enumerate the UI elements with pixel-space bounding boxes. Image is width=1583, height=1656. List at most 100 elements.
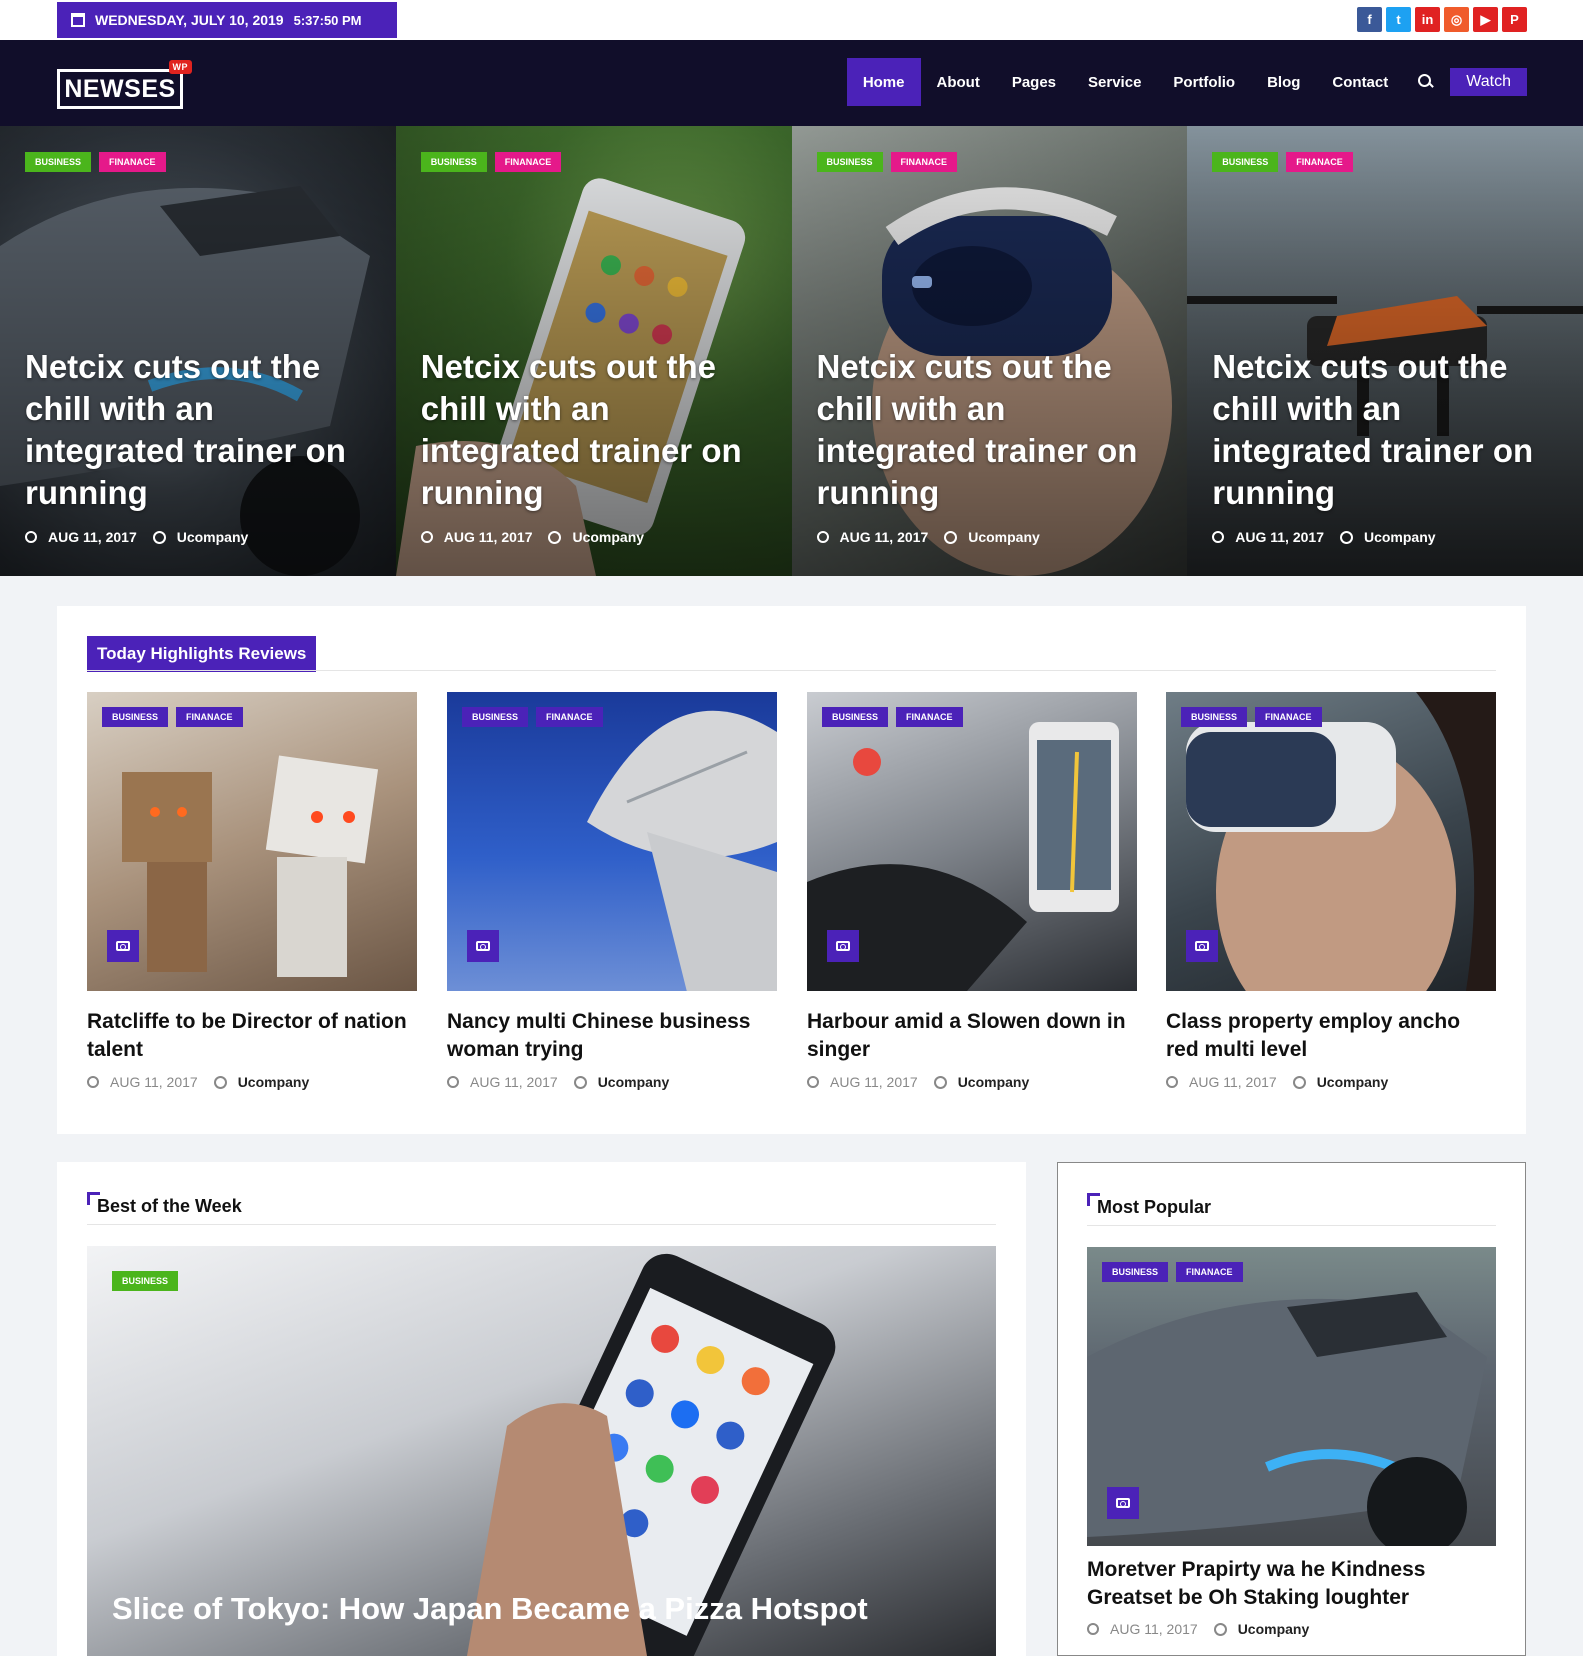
card-title[interactable]: Nancy multi Chinese business woman tryin… (447, 1008, 777, 1064)
tag-list: BUSINESS FINANACE (1212, 152, 1353, 172)
tag-finance[interactable]: FINANACE (1286, 152, 1353, 172)
post-author[interactable]: Ucompany (968, 529, 1040, 545)
youtube-icon[interactable]: ▶ (1473, 7, 1498, 32)
post-date: AUG 11, 2017 (830, 1074, 918, 1090)
camera-icon[interactable] (1186, 930, 1218, 962)
tag-business[interactable]: BUSINESS (1212, 152, 1279, 172)
hero-title[interactable]: Netcix cuts out the chill with an integr… (817, 346, 1162, 514)
divider (87, 1224, 996, 1225)
divider (1087, 1225, 1496, 1226)
watch-button[interactable]: Watch (1450, 68, 1527, 96)
logo-badge: WP (168, 60, 192, 74)
camera-icon[interactable] (107, 930, 139, 962)
card-title[interactable]: Ratcliffe to be Director of nation talen… (87, 1008, 417, 1064)
tag-finance[interactable]: FINANACE (99, 152, 166, 172)
tag-list: BUSINESS FINANACE (816, 152, 958, 172)
tag-finance[interactable]: FINANACE (536, 707, 603, 727)
nav-pages[interactable]: Pages (996, 58, 1072, 106)
nav-about[interactable]: About (921, 58, 996, 106)
tag-business[interactable]: BUSINESS (1181, 707, 1248, 727)
nav-portfolio[interactable]: Portfolio (1157, 58, 1251, 106)
tag-finance[interactable]: FINANACE (176, 707, 243, 727)
post-author[interactable]: Ucompany (1364, 529, 1436, 545)
main-navbar: NEWSES WP Home About Pages Service Portf… (0, 40, 1583, 126)
tag-business[interactable]: BUSINESS (420, 152, 487, 172)
post-date: AUG 11, 2017 (1189, 1074, 1277, 1090)
highlight-card[interactable]: BUSINESS FINANACE Harbour amid a Slowen … (807, 692, 1137, 1090)
card-image[interactable]: BUSINESS FINANACE (87, 692, 417, 991)
tag-business[interactable]: BUSINESS (112, 1271, 179, 1291)
nav-service[interactable]: Service (1072, 58, 1157, 106)
hero-title[interactable]: Netcix cuts out the chill with an integr… (421, 346, 766, 514)
camera-icon[interactable] (1107, 1487, 1139, 1519)
tag-finance[interactable]: FINANACE (494, 152, 562, 172)
tag-list: BUSINESS FINANACE (462, 707, 603, 727)
tag-finance[interactable]: FINANACE (896, 707, 963, 727)
divider (87, 670, 1496, 671)
card-title[interactable]: Class property employ ancho red multi le… (1166, 1008, 1496, 1064)
hero-card[interactable]: BUSINESS FINANACE Netcix cuts out the ch… (0, 126, 396, 576)
post-author[interactable]: Ucompany (177, 529, 249, 545)
top-bar: WEDNESDAY, JULY 10, 2019 5:37:50 PM f t … (0, 0, 1583, 40)
card-meta: AUG 11, 2017 Ucompany (1087, 1621, 1309, 1637)
post-author[interactable]: Ucompany (1238, 1621, 1310, 1637)
hero-card[interactable]: BUSINESS FINANACE Netcix cuts out the ch… (395, 126, 792, 576)
twitter-icon[interactable]: t (1386, 7, 1411, 32)
tag-finance[interactable]: FINANACE (1176, 1262, 1243, 1282)
nav-contact[interactable]: Contact (1316, 58, 1404, 106)
post-author[interactable]: Ucompany (572, 529, 644, 545)
hero-title[interactable]: Netcix cuts out the chill with an integr… (1212, 346, 1557, 514)
post-author[interactable]: Ucompany (958, 1074, 1030, 1090)
highlight-card[interactable]: BUSINESS FINANACE Class property employ … (1166, 692, 1496, 1090)
card-image[interactable]: BUSINESS FINANACE (1087, 1247, 1496, 1546)
tag-business[interactable]: BUSINESS (462, 707, 529, 727)
card-image[interactable]: BUSINESS FINANACE (447, 692, 777, 991)
site-logo[interactable]: NEWSES WP (57, 60, 192, 109)
instagram-icon[interactable]: ◎ (1444, 7, 1469, 32)
highlight-card[interactable]: BUSINESS FINANACE Nancy multi Chinese bu… (447, 692, 777, 1090)
nav-home[interactable]: Home (846, 58, 921, 106)
user-icon (1339, 530, 1353, 544)
user-icon (152, 530, 166, 544)
clock-icon (25, 531, 37, 543)
post-author[interactable]: Ucompany (598, 1074, 670, 1090)
tag-finance[interactable]: FINANACE (1255, 707, 1322, 727)
card-meta: AUG 11, 2017 Ucompany (1166, 1074, 1496, 1090)
facebook-icon[interactable]: f (1357, 7, 1382, 32)
pinterest-icon[interactable]: P (1502, 7, 1527, 32)
featured-title[interactable]: Slice of Tokyo: How Japan Became a Pizza… (112, 1591, 868, 1627)
tag-business[interactable]: BUSINESS (102, 707, 169, 727)
highlight-card[interactable]: BUSINESS FINANACE Ratcliffe to be Direct… (87, 692, 417, 1090)
calendar-icon (71, 13, 85, 27)
card-image[interactable]: BUSINESS FINANACE (807, 692, 1137, 991)
search-icon[interactable] (1416, 72, 1436, 92)
tag-business[interactable]: BUSINESS (822, 707, 889, 727)
hero-card[interactable]: BUSINESS FINANACE Netcix cuts out the ch… (1187, 126, 1583, 576)
linkedin-icon[interactable]: in (1415, 7, 1440, 32)
nav-blog[interactable]: Blog (1251, 58, 1316, 106)
featured-image[interactable]: BUSINESS Slice of Tokyo: How Japan Becam… (87, 1246, 996, 1656)
post-author[interactable]: Ucompany (1317, 1074, 1389, 1090)
tag-finance[interactable]: FINANACE (890, 152, 958, 172)
post-author[interactable]: Ucompany (238, 1074, 310, 1090)
tag-list: BUSINESS FINANACE (102, 707, 243, 727)
current-time: 5:37:50 PM (293, 12, 362, 28)
tag-business[interactable]: BUSINESS (25, 152, 92, 172)
tag-business[interactable]: BUSINESS (1102, 1262, 1169, 1282)
card-meta: AUG 11, 2017 Ucompany (447, 1074, 777, 1090)
card-title[interactable]: Harbour amid a Slowen down in singer (807, 1008, 1137, 1064)
clock-icon (447, 1076, 459, 1088)
hero-title[interactable]: Netcix cuts out the chill with an integr… (25, 346, 370, 514)
tag-list: BUSINESS FINANACE (25, 152, 166, 172)
card-meta: AUG 11, 2017 Ucompany (807, 1074, 1137, 1090)
hero-slider: BUSINESS FINANACE Netcix cuts out the ch… (0, 126, 1583, 576)
camera-icon[interactable] (827, 930, 859, 962)
tag-business[interactable]: BUSINESS (816, 152, 883, 172)
card-image[interactable]: BUSINESS FINANACE (1166, 692, 1496, 991)
hero-card[interactable]: BUSINESS FINANACE Netcix cuts out the ch… (791, 126, 1188, 576)
post-date: AUG 11, 2017 (443, 529, 533, 545)
card-title[interactable]: Moretver Prapirty wa he Kindness Greatse… (1087, 1556, 1496, 1612)
best-of-week-section: Best of the Week BUSINESS Slice of Tokyo… (57, 1162, 1026, 1656)
camera-icon[interactable] (467, 930, 499, 962)
post-date: AUG 11, 2017 (1110, 1621, 1198, 1637)
